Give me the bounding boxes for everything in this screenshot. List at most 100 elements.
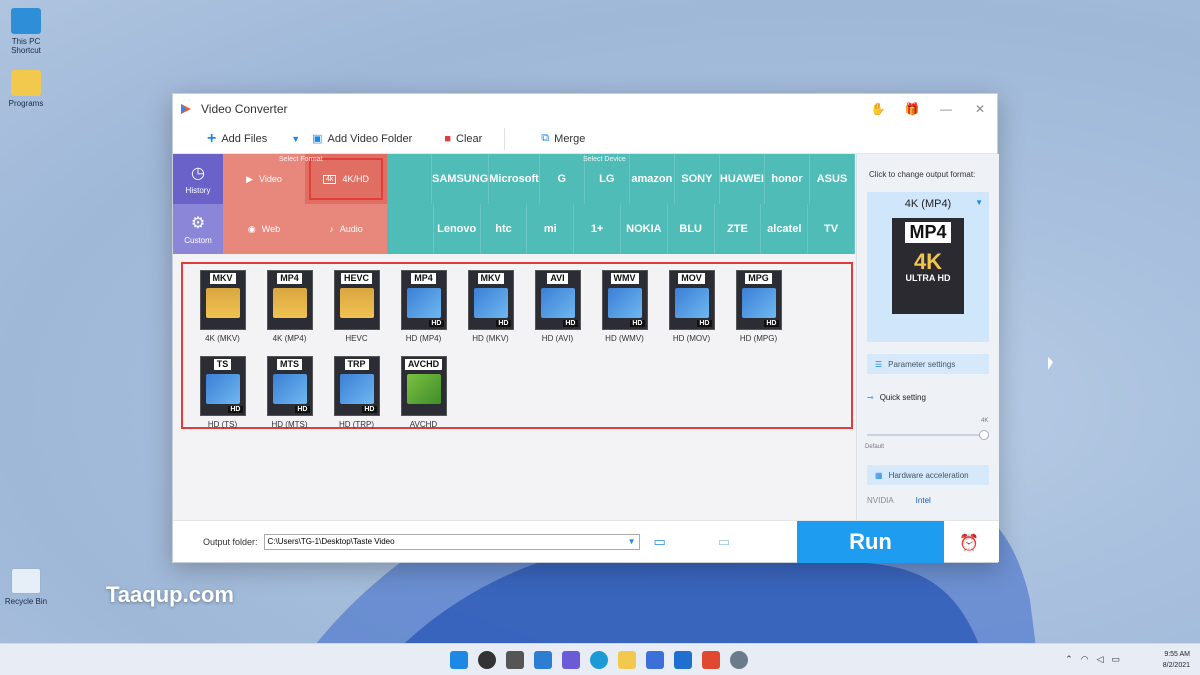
select-device-label: Select Device xyxy=(583,156,626,163)
hand-icon[interactable]: ✋ xyxy=(861,94,895,124)
format-tag: AVI xyxy=(547,273,568,284)
nav-custom[interactable]: ⚙ Custom xyxy=(173,204,223,254)
close-icon[interactable]: ✕ xyxy=(963,94,997,124)
device-brand[interactable]: HUAWEI xyxy=(720,154,765,204)
hd-badge: HD xyxy=(362,406,377,413)
quality-slider[interactable] xyxy=(867,430,989,440)
wifi-icon[interactable]: ◠ xyxy=(1081,654,1089,665)
format-item[interactable]: MKV HD HD (MKV) xyxy=(457,270,524,356)
format-thumbnail: MKV xyxy=(199,270,246,330)
format-art xyxy=(339,374,374,404)
device-brand[interactable]: G xyxy=(540,154,585,204)
start-icon[interactable] xyxy=(450,651,468,669)
add-files-button[interactable]: + Add Files xyxy=(195,124,279,154)
format-art xyxy=(205,374,240,404)
office-icon[interactable] xyxy=(702,651,720,669)
format-item[interactable]: MOV HD HD (MOV) xyxy=(658,270,725,356)
battery-icon[interactable]: ▭ xyxy=(1111,654,1120,665)
device-brand[interactable]: ZTE xyxy=(715,204,762,254)
search-icon[interactable] xyxy=(478,651,496,669)
output-folder-label: Output folder: xyxy=(203,536,258,547)
format-item[interactable]: AVI HD HD (AVI) xyxy=(524,270,591,356)
device-brand[interactable]: mi xyxy=(527,204,575,254)
settings-icon[interactable] xyxy=(730,651,748,669)
device-brand[interactable]: TV xyxy=(808,204,855,254)
device-brand[interactable]: BLU xyxy=(668,204,715,254)
minimize-icon[interactable]: — xyxy=(929,94,963,124)
parameter-settings-button[interactable]: ☰ Parameter settings xyxy=(867,354,989,374)
format-type-section: Select Format ▶ Video 4k 4K/HD ◉ Web ♪ A… xyxy=(223,154,387,254)
format-label: HD (MTS) xyxy=(271,420,308,429)
device-brand[interactable]: Microsoft xyxy=(489,154,540,204)
chevron-down-icon[interactable]: ▼ xyxy=(628,537,639,546)
taskbar: ⌃ ◠ ◁ ▭ 9:55 AM 8/2/2021 xyxy=(0,643,1200,675)
output-folder-field[interactable]: C:\Users\TG-1\Desktop\Taste Video ▼ xyxy=(263,533,640,550)
edge-icon[interactable] xyxy=(590,651,608,669)
folder-view-icon[interactable]: ▭ xyxy=(718,534,730,550)
run-button[interactable]: Run xyxy=(797,521,944,563)
store-icon[interactable] xyxy=(646,651,664,669)
chevron-down-icon[interactable]: ▼ xyxy=(291,134,300,144)
desktop-icon-programs[interactable]: Programs xyxy=(0,70,52,108)
format-item[interactable]: AVCHD AVCHD xyxy=(390,356,457,442)
format-item[interactable]: MP4 4K (MP4) xyxy=(256,270,323,356)
device-brand[interactable]: NOKIA xyxy=(621,204,668,254)
merge-button[interactable]: ⧉ Merge xyxy=(529,124,597,154)
format-item[interactable]: WMV HD HD (WMV) xyxy=(591,270,658,356)
device-brand[interactable]: Lenovo xyxy=(434,204,481,254)
hardware-acceleration-button[interactable]: ▦ Hardware acceleration xyxy=(867,465,989,485)
format-grid: MKV 4K (MKV) MP4 4K (MP4) HEVC HEVC MP4 HD HD (M… xyxy=(181,262,853,429)
device-brand[interactable]: ASUS xyxy=(810,154,855,204)
output-format-card[interactable]: 4K (MP4) ▼ MP4 4K ULTRA HD xyxy=(867,192,989,342)
device-brand[interactable]: SAMSUNG xyxy=(432,154,490,204)
format-type-audio[interactable]: ♪ Audio xyxy=(305,204,387,254)
format-item[interactable]: MPG HD HD (MPG) xyxy=(725,270,792,356)
chevron-up-icon[interactable]: ⌃ xyxy=(1065,654,1073,665)
nav-history[interactable]: ◷ History xyxy=(173,154,223,204)
chevron-down-icon: ▼ xyxy=(975,198,983,207)
web-icon: ◉ xyxy=(247,223,256,234)
file-explorer-icon[interactable] xyxy=(618,651,636,669)
open-folder-icon[interactable]: ▭ xyxy=(654,534,666,550)
format-type-web[interactable]: ◉ Web xyxy=(223,204,305,254)
format-label: 4K (MP4) xyxy=(272,334,307,343)
select-format-label: Select Format xyxy=(279,156,323,163)
desktop-icon-this-pc[interactable]: This PC Shortcut xyxy=(0,8,52,55)
format-item[interactable]: MP4 HD HD (MP4) xyxy=(390,270,457,356)
mail-icon[interactable] xyxy=(674,651,692,669)
device-brand[interactable] xyxy=(387,204,434,254)
nvidia-option[interactable]: NVIDIA xyxy=(867,496,894,505)
device-brand[interactable]: amazon xyxy=(630,154,675,204)
device-brand[interactable]: honor xyxy=(765,154,810,204)
format-item[interactable]: TRP HD HD (TRP) xyxy=(323,356,390,442)
mouse-cursor xyxy=(1048,357,1053,370)
gift-icon[interactable]: 🎁 xyxy=(895,94,929,124)
device-brand[interactable]: htc xyxy=(481,204,528,254)
output-format-thumbnail: MP4 4K ULTRA HD xyxy=(892,218,964,314)
desktop-icon-recycle-bin[interactable]: Recycle Bin xyxy=(0,568,52,606)
clear-button[interactable]: ■ Clear xyxy=(432,124,494,154)
clock[interactable]: 9:55 AM 8/2/2021 xyxy=(1163,649,1190,671)
format-item[interactable]: HEVC HEVC xyxy=(323,270,390,356)
intel-option[interactable]: Intel xyxy=(916,496,931,505)
alarm-clock-icon[interactable]: ⏰ xyxy=(959,533,979,553)
format-item[interactable]: TS HD HD (TS) xyxy=(189,356,256,442)
hd-badge: HD xyxy=(764,320,779,327)
device-brand[interactable]: SONY xyxy=(675,154,720,204)
volume-icon[interactable]: ◁ xyxy=(1097,654,1104,665)
format-art xyxy=(406,374,441,404)
format-item[interactable]: MKV 4K (MKV) xyxy=(189,270,256,356)
task-view-icon[interactable] xyxy=(506,651,524,669)
device-brand[interactable]: 1+ xyxy=(574,204,621,254)
slider-knob[interactable] xyxy=(979,430,989,440)
add-video-folder-button[interactable]: ▣ Add Video Folder xyxy=(300,124,424,154)
plus-icon: + xyxy=(207,129,217,147)
widgets-icon[interactable] xyxy=(534,651,552,669)
format-art xyxy=(674,288,709,318)
4k-icon: 4k xyxy=(323,174,337,184)
chat-icon[interactable] xyxy=(562,651,580,669)
device-brand[interactable] xyxy=(387,154,433,204)
device-brand[interactable]: alcatel xyxy=(761,204,809,254)
format-item[interactable]: MTS HD HD (MTS) xyxy=(256,356,323,442)
format-tag: MPG xyxy=(745,273,772,284)
